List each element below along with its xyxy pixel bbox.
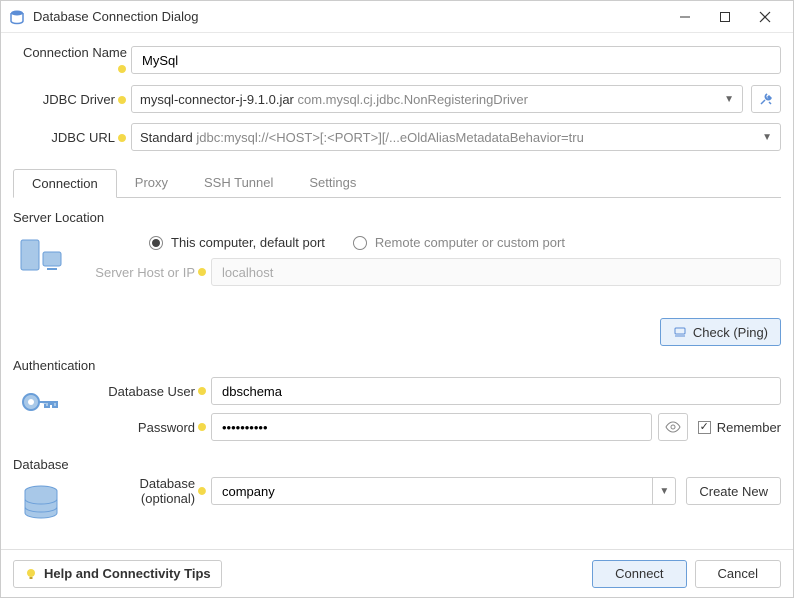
hint-icon bbox=[117, 133, 127, 143]
tab-proxy[interactable]: Proxy bbox=[117, 169, 186, 197]
db-user-input[interactable] bbox=[211, 377, 781, 405]
tab-ssh-tunnel[interactable]: SSH Tunnel bbox=[186, 169, 291, 197]
lightbulb-icon bbox=[24, 567, 38, 581]
app-db-icon bbox=[9, 9, 25, 25]
server-location-title: Server Location bbox=[13, 210, 781, 225]
authentication-title: Authentication bbox=[13, 358, 781, 373]
chevron-down-icon: ▼ bbox=[724, 94, 734, 105]
server-host-input bbox=[211, 258, 781, 286]
key-icon bbox=[17, 380, 65, 428]
database-icon bbox=[17, 479, 65, 527]
maximize-button[interactable] bbox=[705, 2, 745, 32]
hint-icon bbox=[197, 486, 207, 496]
authentication-section: Authentication Database User Password Re… bbox=[13, 358, 781, 449]
db-user-label: Database User bbox=[83, 384, 211, 399]
connection-name-input[interactable] bbox=[131, 46, 781, 74]
connect-button[interactable]: Connect bbox=[592, 560, 686, 588]
driver-tools-button[interactable] bbox=[751, 85, 781, 113]
tab-bar: Connection Proxy SSH Tunnel Settings bbox=[13, 169, 781, 198]
close-button[interactable] bbox=[745, 2, 785, 32]
jdbc-driver-select[interactable]: mysql-connector-j-9.1.0.jar com.mysql.cj… bbox=[131, 85, 743, 113]
dialog-footer: Help and Connectivity Tips Connect Cance… bbox=[1, 549, 793, 597]
radio-remote[interactable]: Remote computer or custom port bbox=[353, 235, 565, 250]
database-dropdown[interactable]: ▼ bbox=[652, 477, 676, 505]
chevron-down-icon: ▼ bbox=[762, 132, 772, 143]
server-location-section: Server Location This computer, default p… bbox=[13, 210, 781, 350]
minimize-button[interactable] bbox=[665, 2, 705, 32]
tab-connection[interactable]: Connection bbox=[13, 169, 117, 198]
server-icon bbox=[17, 232, 65, 280]
tools-icon bbox=[758, 91, 774, 107]
dialog-window: Database Connection Dialog Connection Na… bbox=[0, 0, 794, 598]
radio-local[interactable]: This computer, default port bbox=[149, 235, 325, 250]
eye-icon bbox=[665, 419, 681, 435]
remember-checkbox[interactable]: Remember bbox=[698, 420, 781, 435]
header-form: Connection Name JDBC Driver mysql-connec… bbox=[1, 33, 793, 161]
hint-icon bbox=[117, 64, 127, 74]
server-host-label: Server Host or IP bbox=[83, 265, 211, 280]
hint-icon bbox=[197, 386, 207, 396]
database-title: Database bbox=[13, 457, 781, 472]
connection-panel: Server Location This computer, default p… bbox=[1, 198, 793, 549]
database-input[interactable] bbox=[211, 477, 652, 505]
check-ping-button[interactable]: Check (Ping) bbox=[660, 318, 781, 346]
titlebar: Database Connection Dialog bbox=[1, 1, 793, 33]
ping-icon bbox=[673, 325, 687, 339]
tab-settings[interactable]: Settings bbox=[291, 169, 374, 197]
cancel-button[interactable]: Cancel bbox=[695, 560, 781, 588]
chevron-down-icon: ▼ bbox=[659, 486, 669, 497]
connection-name-label: Connection Name bbox=[13, 45, 131, 75]
database-label: Database (optional) bbox=[83, 476, 211, 506]
hint-icon bbox=[197, 422, 207, 432]
password-label: Password bbox=[83, 420, 211, 435]
hint-icon bbox=[117, 95, 127, 105]
window-title: Database Connection Dialog bbox=[33, 9, 665, 24]
window-controls bbox=[665, 2, 785, 32]
database-section: Database Database (optional) ▼ Create Ne… bbox=[13, 457, 781, 514]
password-input[interactable] bbox=[211, 413, 652, 441]
jdbc-url-select[interactable]: Standard jdbc:mysql://<HOST>[:<PORT>][/.… bbox=[131, 123, 781, 151]
jdbc-url-label: JDBC URL bbox=[13, 130, 131, 145]
jdbc-driver-label: JDBC Driver bbox=[13, 92, 131, 107]
create-new-button[interactable]: Create New bbox=[686, 477, 781, 505]
hint-icon bbox=[197, 267, 207, 277]
reveal-password-button[interactable] bbox=[658, 413, 688, 441]
help-button[interactable]: Help and Connectivity Tips bbox=[13, 560, 222, 588]
